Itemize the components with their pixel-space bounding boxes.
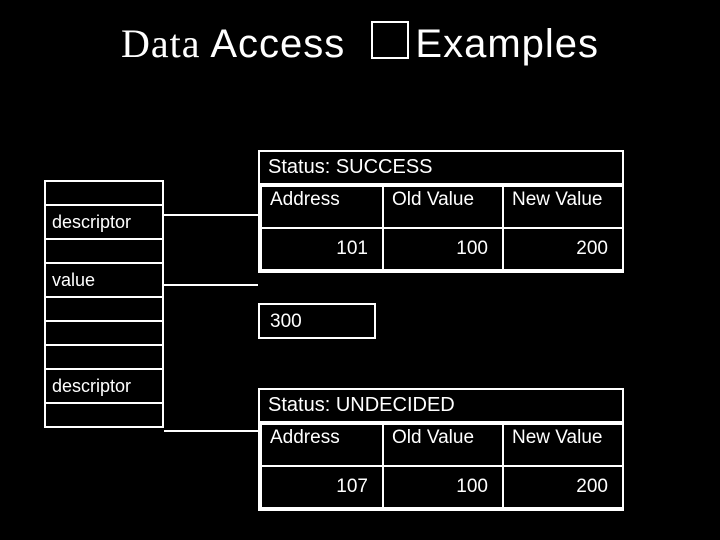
label-cell-empty	[45, 345, 163, 369]
descriptor-table: Address Old Value New Value 107 100 200	[260, 423, 624, 509]
label-cell-empty	[45, 239, 163, 263]
value-cell-300: 300	[258, 303, 376, 339]
cell-new-value: 200	[503, 466, 623, 508]
status-row: Status: SUCCESS	[260, 152, 622, 185]
cell-old-value: 100	[383, 228, 503, 270]
header-address: Address	[261, 424, 383, 466]
label-descriptor-1: descriptor	[45, 205, 163, 239]
table-row: 101 100 200	[261, 228, 623, 270]
title-word-3: Examples	[415, 22, 599, 66]
header-address: Address	[261, 186, 383, 228]
status-label: Status:	[268, 156, 330, 178]
descriptor-block-success: Status: SUCCESS Address Old Value New Va…	[258, 150, 624, 273]
descriptor-block-undecided: Status: UNDECIDED Address Old Value New …	[258, 388, 624, 511]
missing-glyph-icon	[371, 21, 409, 59]
header-old-value: Old Value	[383, 186, 503, 228]
slide: Data Access Examples descriptor value de…	[0, 0, 720, 540]
cell-address: 101	[261, 228, 383, 270]
label-column-table: descriptor value descriptor	[44, 180, 164, 428]
label-descriptor-2: descriptor	[45, 369, 163, 403]
status-label: Status:	[268, 394, 330, 416]
table-header-row: Address Old Value New Value	[261, 424, 623, 466]
cell-new-value: 200	[503, 228, 623, 270]
descriptor-table: Address Old Value New Value 101 100 200	[260, 185, 624, 271]
table-row: 107 100 200	[261, 466, 623, 508]
label-cell-empty	[45, 321, 163, 345]
cell-old-value: 100	[383, 466, 503, 508]
title-word-2: Access	[210, 22, 345, 66]
table-header-row: Address Old Value New Value	[261, 186, 623, 228]
status-value: SUCCESS	[336, 156, 433, 178]
label-cell-empty	[45, 403, 163, 427]
status-value: UNDECIDED	[336, 394, 455, 416]
slide-title: Data Access Examples	[0, 20, 720, 67]
label-value: value	[45, 263, 163, 297]
header-new-value: New Value	[503, 424, 623, 466]
header-new-value: New Value	[503, 186, 623, 228]
cell-address: 107	[261, 466, 383, 508]
label-cell-empty	[45, 181, 163, 205]
title-word-1: Data	[121, 21, 201, 66]
connector-line	[164, 284, 258, 286]
status-row: Status: UNDECIDED	[260, 390, 622, 423]
header-old-value: Old Value	[383, 424, 503, 466]
label-cell-empty	[45, 297, 163, 321]
connector-line	[164, 430, 258, 432]
connector-line	[164, 214, 258, 216]
